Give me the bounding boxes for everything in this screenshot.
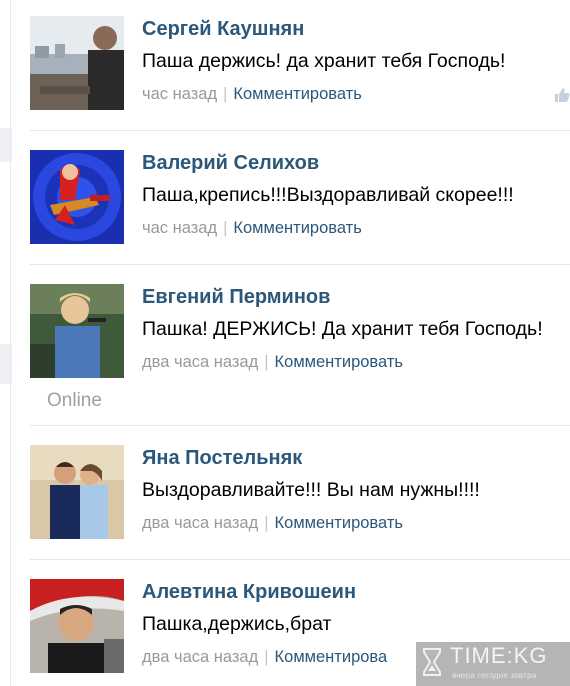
reply-link[interactable]: Комментировать [233,219,361,237]
comment-meta: час назад | Комментировать [142,219,362,238]
comment-time[interactable]: два часа назад [142,514,258,532]
comment-time[interactable]: два часа назад [142,648,258,666]
rail-divider [10,0,11,686]
meta-separator: | [223,219,228,237]
comment-text: Паша,крепись!!!Выздоравливай скорее!!! [142,184,514,206]
avatar[interactable] [30,579,124,673]
comment-divider [30,425,570,426]
comment-divider [30,130,570,131]
comment-author[interactable]: Валерий Селихов [142,152,319,175]
meta-separator: | [223,85,228,103]
meta-separator: | [264,514,269,532]
hourglass-icon [423,648,441,676]
online-status: Online [47,390,102,411]
like-icon[interactable] [553,86,570,104]
reply-link[interactable]: Комментирова [275,648,388,666]
watermark-title: TIME:KG [450,643,548,668]
comment-divider [30,559,570,560]
comment-meta: час назад | Комментировать [142,85,362,104]
meta-separator: | [264,353,269,371]
comment-author[interactable]: Евгений Перминов [142,286,330,309]
comment-author[interactable]: Сергей Каушнян [142,18,304,41]
meta-separator: | [264,648,269,666]
comment-meta: два часа назад | Комментирова [142,648,387,667]
comment-time[interactable]: час назад [142,85,217,103]
reply-link[interactable]: Комментировать [275,514,403,532]
comment-author[interactable]: Яна Постельняк [142,447,302,470]
avatar[interactable] [30,150,124,244]
reply-link[interactable]: Комментировать [275,353,403,371]
avatar[interactable] [30,16,124,110]
comment-time[interactable]: час назад [142,219,217,237]
watermark-subtitle: вчера сегодня завтра [452,670,537,680]
comment-text: Паша держись! да хранит тебя Господь! [142,50,506,72]
comment-author[interactable]: Алевтина Кривошеин [142,581,356,604]
watermark: TIME:KG вчера сегодня завтра [416,642,570,686]
comment-meta: два часа назад | Комментировать [142,353,403,372]
comment-time[interactable]: два часа назад [142,353,258,371]
avatar[interactable] [30,284,124,378]
comment-meta: два часа назад | Комментировать [142,514,403,533]
avatar[interactable] [30,445,124,539]
comment-text: Пашка,держись,брат [142,613,332,635]
comment-text: Выздоравливайте!!! Вы нам нужны!!!! [142,479,480,501]
reply-link[interactable]: Комментировать [233,85,361,103]
comment-divider [30,264,570,265]
comment-text: Пашка! ДЕРЖИСЬ! Да хранит тебя Господь! [142,318,543,340]
